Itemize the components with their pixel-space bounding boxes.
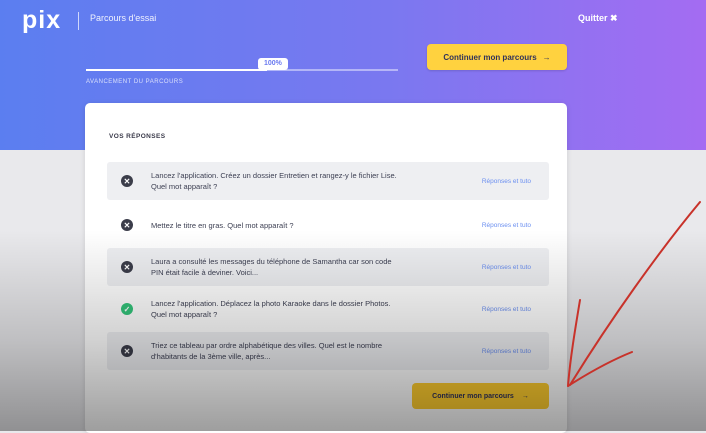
answers-and-tutorial-link[interactable]: Réponses et tuto (482, 222, 531, 229)
quit-button[interactable]: Quitter ✖ (578, 13, 618, 24)
continue-course-button[interactable]: Continuer mon parcours → (427, 44, 567, 70)
progress-bar-fill (86, 69, 267, 71)
answer-row: ✕ Triez ce tableau par ordre alphabétiqu… (107, 332, 549, 370)
cross-icon: ✕ (121, 261, 133, 273)
answers-and-tutorial-link[interactable]: Réponses et tuto (482, 348, 531, 355)
question-text: Triez ce tableau par ordre alphabétique … (151, 341, 383, 361)
continue-course-label: Continuer mon parcours (432, 392, 514, 400)
cross-icon: ✕ (121, 175, 133, 187)
question-text: Mettez le titre en gras. Quel mot appara… (151, 220, 294, 230)
question-text: Lancez l'application. Déplacez la photo … (151, 299, 391, 319)
question-text: Lancez l'application. Créez un dossier E… (151, 171, 397, 191)
page-title: Parcours d'essai (90, 13, 157, 23)
answers-and-tutorial-link[interactable]: Réponses et tuto (482, 306, 531, 313)
answer-row: ✕ Mettez le titre en gras. Quel mot appa… (107, 206, 549, 244)
arrow-right-icon: → (542, 52, 551, 62)
cross-icon: ✕ (121, 219, 133, 231)
answer-row: ✕ Laura a consulté les messages du télép… (107, 248, 549, 286)
header-divider (78, 12, 79, 30)
progress-bar (86, 69, 398, 71)
cross-icon: ✕ (121, 345, 133, 357)
progress-label: Avancement du parcours (86, 79, 184, 85)
continue-course-label: Continuer mon parcours (443, 52, 537, 62)
pix-logo[interactable]: pix (22, 6, 61, 35)
answers-and-tutorial-link[interactable]: Réponses et tuto (482, 264, 531, 271)
answers-and-tutorial-link[interactable]: Réponses et tuto (482, 178, 531, 185)
arrow-right-icon: → (521, 392, 529, 400)
check-icon: ✓ (121, 303, 133, 315)
answers-title: VOS RÉPONSES (109, 133, 166, 140)
answer-row: ✕ Lancez l'application. Créez un dossier… (107, 162, 549, 200)
continue-course-button-bottom[interactable]: Continuer mon parcours → (412, 383, 549, 409)
question-text: Laura a consulté les messages du télépho… (151, 257, 392, 277)
answer-row: ✓ Lancez l'application. Déplacez la phot… (107, 290, 549, 328)
